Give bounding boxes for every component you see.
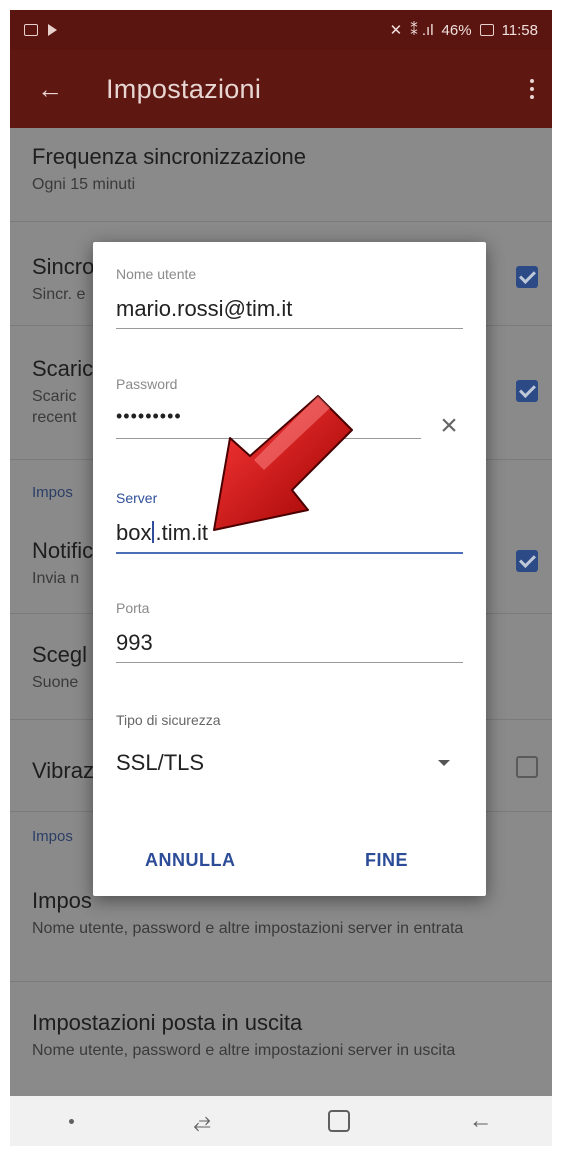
cancel-button[interactable]: ANNULLA: [145, 850, 236, 871]
more-vert-icon[interactable]: [530, 79, 534, 99]
security-type-field[interactable]: Tipo di sicurezza SSL/TLS: [116, 712, 463, 778]
username-underline: [116, 328, 463, 329]
battery-icon: [479, 24, 494, 36]
vibration-checkbox[interactable]: [516, 756, 538, 778]
play-notification-icon: [48, 24, 57, 36]
security-type-label: Tipo di sicurezza: [116, 712, 221, 728]
server-value-part1: box: [116, 520, 152, 545]
navigation-bar: ⥄ ←: [10, 1096, 552, 1146]
server-underline: [116, 552, 463, 554]
setting-title: Impostazioni posta in uscita: [32, 1010, 303, 1035]
setting-subtitle: Nome utente, password e altre impostazio…: [32, 920, 464, 937]
setting-sync-frequency[interactable]: Frequenza sincronizzazione Ogni 15 minut…: [10, 128, 552, 222]
incoming-server-dialog: Nome utente mario.rossi@tim.it Password …: [93, 242, 486, 896]
sync-checkbox[interactable]: [516, 266, 538, 288]
port-label: Porta: [116, 600, 150, 616]
notifications-checkbox[interactable]: [516, 550, 538, 572]
page-title: Impostazioni: [106, 73, 262, 104]
setting-subtitle: Nome utente, password e altre impostazio…: [32, 1042, 456, 1059]
setting-outgoing-server[interactable]: Impostazioni posta in uscita Nome utente…: [10, 982, 552, 1096]
done-button[interactable]: FINE: [365, 850, 408, 871]
dropdown-arrow-icon[interactable]: [438, 760, 450, 766]
setting-title: Frequenza sincronizzazione: [32, 144, 306, 169]
username-field[interactable]: Nome utente mario.rossi@tim.it: [116, 266, 463, 329]
clear-password-icon[interactable]: ×: [436, 411, 462, 441]
status-left-icons: [24, 24, 57, 36]
red-arrow-pointer-icon: [213, 395, 353, 531]
mute-icon: ✕: [389, 22, 403, 39]
app-bar: ← Impostazioni: [10, 50, 552, 128]
security-type-select[interactable]: SSL/TLS: [116, 750, 463, 778]
recent-apps-icon[interactable]: ⥄: [193, 1108, 211, 1134]
status-right-icons: ✕ ⁑ .ıl 46% 11:58: [389, 21, 538, 40]
battery-level: 46%: [441, 21, 472, 39]
nav-back-icon[interactable]: ←: [469, 1107, 493, 1135]
username-input[interactable]: mario.rossi@tim.it: [116, 296, 463, 324]
section-header: Impos: [32, 828, 73, 845]
port-underline: [116, 662, 463, 663]
clock: 11:58: [501, 21, 538, 39]
section-header: Impos: [32, 484, 73, 501]
nav-dot-icon[interactable]: [69, 1118, 75, 1124]
signal-icon: ⁑ .ıl: [410, 22, 434, 39]
download-checkbox[interactable]: [516, 380, 538, 402]
port-input[interactable]: 993: [116, 630, 463, 658]
username-label: Nome utente: [116, 266, 197, 282]
screen-frame: ✕ ⁑ .ıl 46% 11:58 ← Impostazioni Frequen…: [10, 10, 552, 1146]
port-field[interactable]: Porta 993: [116, 600, 463, 663]
back-arrow-icon[interactable]: ←: [20, 74, 80, 105]
status-bar: ✕ ⁑ .ıl 46% 11:58: [10, 10, 552, 50]
gallery-notification-icon: [24, 24, 38, 36]
setting-subtitle: Ogni 15 minuti: [32, 176, 136, 193]
home-icon[interactable]: [327, 1110, 350, 1132]
